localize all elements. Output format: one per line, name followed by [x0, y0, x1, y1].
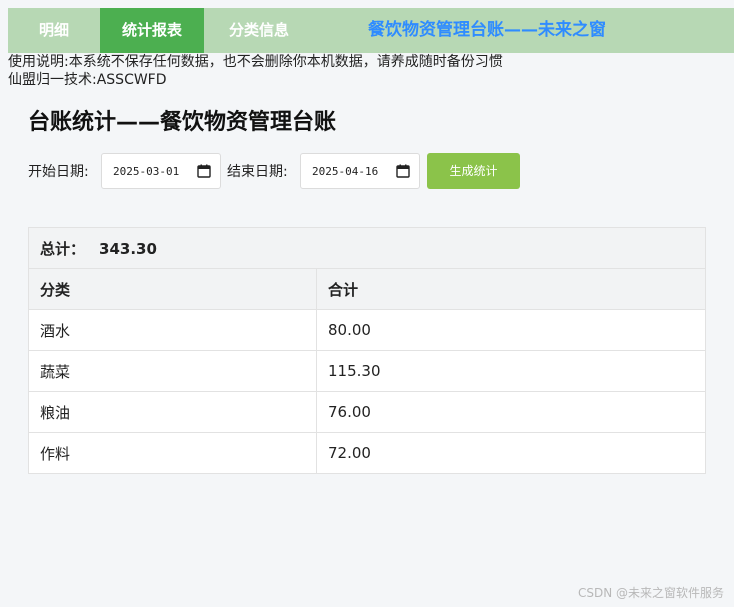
table-row: 作料 72.00: [28, 432, 706, 474]
amount-cell: 76.00: [316, 391, 706, 433]
watermark: CSDN @未来之窗软件服务: [577, 586, 724, 600]
table-header-row: 分类 合计: [28, 268, 706, 310]
start-date-label: 开始日期:: [28, 164, 89, 180]
start-date-input[interactable]: 2025-03-01: [101, 153, 221, 189]
amount-cell: 72.00: [316, 432, 706, 474]
usage-notice: 使用说明:本系统不保存任何数据，也不会删除你本机数据，请养成随时备份习惯 仙盟归…: [8, 53, 503, 89]
end-date-label: 结束日期:: [227, 164, 288, 180]
tech-credit-line: 仙盟归一技术:ASSCWFD: [8, 72, 167, 88]
end-date-input[interactable]: 2025-04-16: [300, 153, 420, 189]
table-row: 蔬菜 115.30: [28, 350, 706, 392]
generate-report-button[interactable]: 生成统计: [427, 153, 520, 189]
category-cell: 作料: [28, 432, 317, 474]
tab-details[interactable]: 明细: [8, 8, 100, 53]
usage-notice-line: 使用说明:本系统不保存任何数据，也不会删除你本机数据，请养成随时备份习惯: [8, 54, 503, 70]
page: 明细 统计报表 分类信息 餐饮物资管理台账——未来之窗 使用说明:本系统不保存任…: [0, 0, 734, 607]
report-table: 总计： 343.30 分类 合计 酒水 80.00 蔬菜 115.30 粮油 76…: [28, 227, 706, 474]
amount-cell: 115.30: [316, 350, 706, 392]
summary-row: 总计： 343.30: [28, 227, 706, 269]
column-header-category: 分类: [28, 268, 317, 310]
total-value: 343.30: [99, 239, 157, 258]
tab-statistics-report[interactable]: 统计报表: [100, 8, 204, 53]
page-title: 台账统计——餐饮物资管理台账: [28, 110, 337, 135]
calendar-icon[interactable]: [197, 164, 211, 178]
table-row: 粮油 76.00: [28, 391, 706, 433]
category-cell: 粮油: [28, 391, 317, 433]
app-title: 餐饮物资管理台账——未来之窗: [368, 20, 606, 40]
top-nav-bar: 明细 统计报表 分类信息 餐饮物资管理台账——未来之窗: [8, 8, 734, 53]
table-row: 酒水 80.00: [28, 309, 706, 351]
end-date-value: 2025-04-16: [312, 165, 379, 178]
start-date-value: 2025-03-01: [113, 165, 180, 178]
column-header-total: 合计: [316, 268, 706, 310]
category-cell: 酒水: [28, 309, 317, 351]
calendar-icon[interactable]: [396, 164, 410, 178]
amount-cell: 80.00: [316, 309, 706, 351]
category-cell: 蔬菜: [28, 350, 317, 392]
summary-cell: 总计： 343.30: [28, 227, 706, 269]
total-label: 总计：: [40, 239, 86, 258]
tab-category-info[interactable]: 分类信息: [204, 8, 314, 53]
